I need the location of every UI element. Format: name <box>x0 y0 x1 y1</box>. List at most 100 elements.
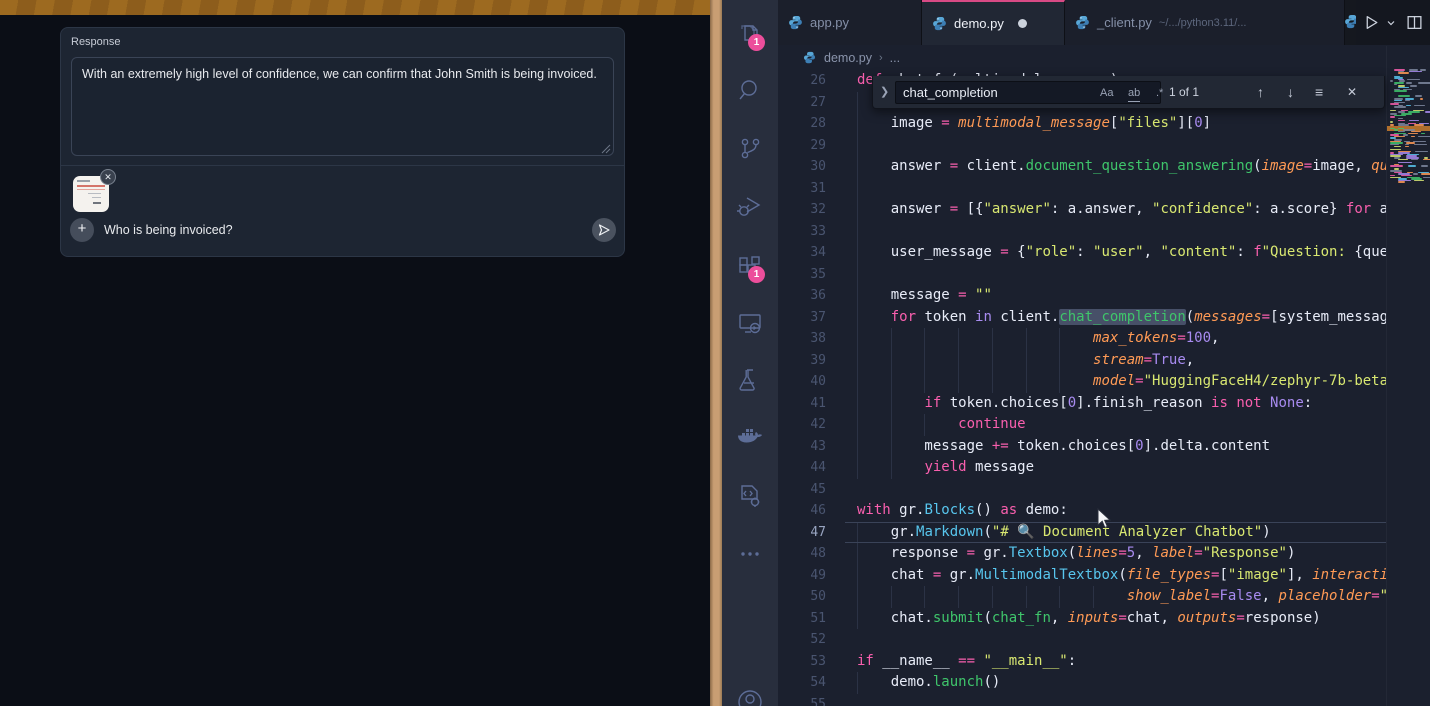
code-text: response = gr.Textbox(lines=5, label="Re… <box>857 543 1295 565</box>
remove-image-button[interactable]: ✕ <box>100 169 116 185</box>
minimap-line <box>1423 177 1430 179</box>
match-case-toggle[interactable]: Aa <box>1100 85 1113 101</box>
tab-demo-py[interactable]: demo.py <box>922 0 1065 45</box>
line-number: 37 <box>778 307 826 329</box>
run-debug-icon[interactable] <box>736 192 764 220</box>
minimap-line <box>1410 85 1418 87</box>
minimap[interactable] <box>1386 46 1430 706</box>
code-line-36[interactable]: 36 message = "" <box>778 285 1386 307</box>
code-line-34[interactable]: 34 user_message = {"role": "user", "cont… <box>778 242 1386 264</box>
add-file-button[interactable]: + <box>70 218 94 242</box>
minimap-line <box>1421 133 1426 135</box>
find-widget: ❯ chat_completion Aa ab .* 1 of 1 ↑ ↓ ≡ … <box>872 76 1385 109</box>
code-line-37[interactable]: 37 for token in client.chat_completion(m… <box>778 307 1386 329</box>
code-line-33[interactable]: 33 <box>778 221 1386 243</box>
run-dropdown-chevron-icon[interactable] <box>1386 18 1396 28</box>
code-line-43[interactable]: 43 message += token.choices[0].delta.con… <box>778 436 1386 458</box>
source-control-icon[interactable] <box>736 134 764 162</box>
breadcrumb-symbol[interactable]: ... <box>890 51 900 65</box>
code-line-53[interactable]: 53if __name__ == "__main__": <box>778 651 1386 673</box>
code-line-51[interactable]: 51 chat.submit(chat_fn, inputs=chat, out… <box>778 608 1386 630</box>
testing-icon[interactable] <box>736 366 764 394</box>
run-button[interactable] <box>1363 14 1380 31</box>
response-label: Response <box>71 36 121 48</box>
code-line-50[interactable]: 50 show_label=False, placeholder="Upload… <box>778 586 1386 608</box>
find-close-button[interactable]: ✕ <box>1347 76 1357 109</box>
tasks-file-icon[interactable] <box>736 482 764 510</box>
code-line-55[interactable]: 55 <box>778 694 1386 706</box>
code-text: chat.submit(chat_fn, inputs=chat, output… <box>857 608 1321 630</box>
chat-input[interactable]: Who is being invoiced? <box>104 223 233 237</box>
code-line-31[interactable]: 31 <box>778 178 1386 200</box>
code-line-35[interactable]: 35 <box>778 264 1386 286</box>
code-line-40[interactable]: 40 model="HuggingFaceH4/zephyr-7b-beta") <box>778 371 1386 393</box>
find-previous-button[interactable]: ↑ <box>1257 76 1264 109</box>
code-line-29[interactable]: 29 <box>778 135 1386 157</box>
code-text: with gr.Blocks() as demo: <box>857 500 1068 522</box>
code-line-39[interactable]: 39 stream=True, <box>778 350 1386 372</box>
line-number: 45 <box>778 479 826 501</box>
code-line-41[interactable]: 41 if token.choices[0].finish_reason is … <box>778 393 1386 415</box>
more-actions-icon[interactable] <box>736 540 764 568</box>
extensions-badge: 1 <box>748 266 765 283</box>
desktop-gap <box>710 0 722 706</box>
line-number: 53 <box>778 651 826 673</box>
split-editor-icon[interactable] <box>1406 14 1423 31</box>
code-line-38[interactable]: 38 max_tokens=100, <box>778 328 1386 350</box>
find-next-button[interactable]: ↓ <box>1287 76 1294 109</box>
find-collapse-chevron-icon[interactable]: ❯ <box>880 85 889 98</box>
breadcrumb[interactable]: demo.py › ... <box>778 45 1386 71</box>
minimap-line <box>1418 136 1430 138</box>
code-line-49[interactable]: 49 chat = gr.MultimodalTextbox(file_type… <box>778 565 1386 587</box>
code-text: user_message = {"role": "user", "content… <box>857 242 1386 264</box>
code-line-28[interactable]: 28 image = multimodal_message["files"][0… <box>778 113 1386 135</box>
gradio-app-window: Response With an extremely high level of… <box>0 0 710 706</box>
minimap-line <box>1421 173 1430 175</box>
tab-label: demo.py <box>954 16 1004 31</box>
minimap-line <box>1390 110 1396 112</box>
code-line-32[interactable]: 32 answer = [{"answer": a.answer, "confi… <box>778 199 1386 221</box>
python-file-icon <box>788 15 803 30</box>
docker-icon[interactable] <box>736 424 764 452</box>
remote-explorer-icon[interactable] <box>736 309 764 337</box>
code-line-30[interactable]: 30 answer = client.document_question_ans… <box>778 156 1386 178</box>
send-button[interactable] <box>592 218 616 242</box>
line-number: 28 <box>778 113 826 135</box>
line-number: 35 <box>778 264 826 286</box>
regex-toggle[interactable]: .* <box>1156 85 1163 101</box>
response-text: With an extremely high level of confiden… <box>82 67 597 81</box>
tab-app-py[interactable]: app.py <box>778 0 922 45</box>
find-input[interactable]: chat_completion Aa ab .* <box>895 81 1161 104</box>
indent-guide <box>857 92 858 114</box>
minimap-line <box>1414 124 1425 126</box>
line-number: 31 <box>778 178 826 200</box>
python-file-icon <box>932 16 947 31</box>
whole-word-toggle[interactable]: ab <box>1128 85 1140 102</box>
indent-guide <box>857 135 858 157</box>
code-line-44[interactable]: 44 yield message <box>778 457 1386 479</box>
modified-dot-icon[interactable] <box>1018 19 1027 28</box>
line-number: 41 <box>778 393 826 415</box>
resize-handle-icon[interactable] <box>600 142 611 153</box>
find-in-selection-button[interactable]: ≡ <box>1315 76 1323 109</box>
code-text: gr.Markdown("# 🔍 Document Analyzer Chatb… <box>857 522 1271 544</box>
line-number: 42 <box>778 414 826 436</box>
search-icon[interactable] <box>736 76 764 104</box>
minimap-line <box>1411 136 1416 138</box>
minimap-line <box>1409 71 1421 73</box>
minimap-line <box>1405 100 1410 102</box>
code-line-48[interactable]: 48 response = gr.Textbox(lines=5, label=… <box>778 543 1386 565</box>
tab-client-py[interactable]: _client.py ~/.../python3.11/... <box>1065 0 1345 45</box>
code-line-46[interactable]: 46with gr.Blocks() as demo: <box>778 500 1386 522</box>
code-line-42[interactable]: 42 continue <box>778 414 1386 436</box>
code-line-52[interactable]: 52 <box>778 629 1386 651</box>
code-line-54[interactable]: 54 demo.launch() <box>778 672 1386 694</box>
minimap-line <box>1413 141 1425 143</box>
account-icon[interactable] <box>736 688 764 706</box>
tab-bar: app.py demo.py _client.py ~/.../python3.… <box>778 0 1430 45</box>
response-textarea[interactable]: With an extremely high level of confiden… <box>71 57 614 156</box>
breadcrumb-file[interactable]: demo.py <box>824 51 872 65</box>
code-line-47[interactable]: 47 gr.Markdown("# 🔍 Document Analyzer Ch… <box>778 522 1386 544</box>
minimap-line <box>1398 124 1409 126</box>
code-line-45[interactable]: 45 <box>778 479 1386 501</box>
